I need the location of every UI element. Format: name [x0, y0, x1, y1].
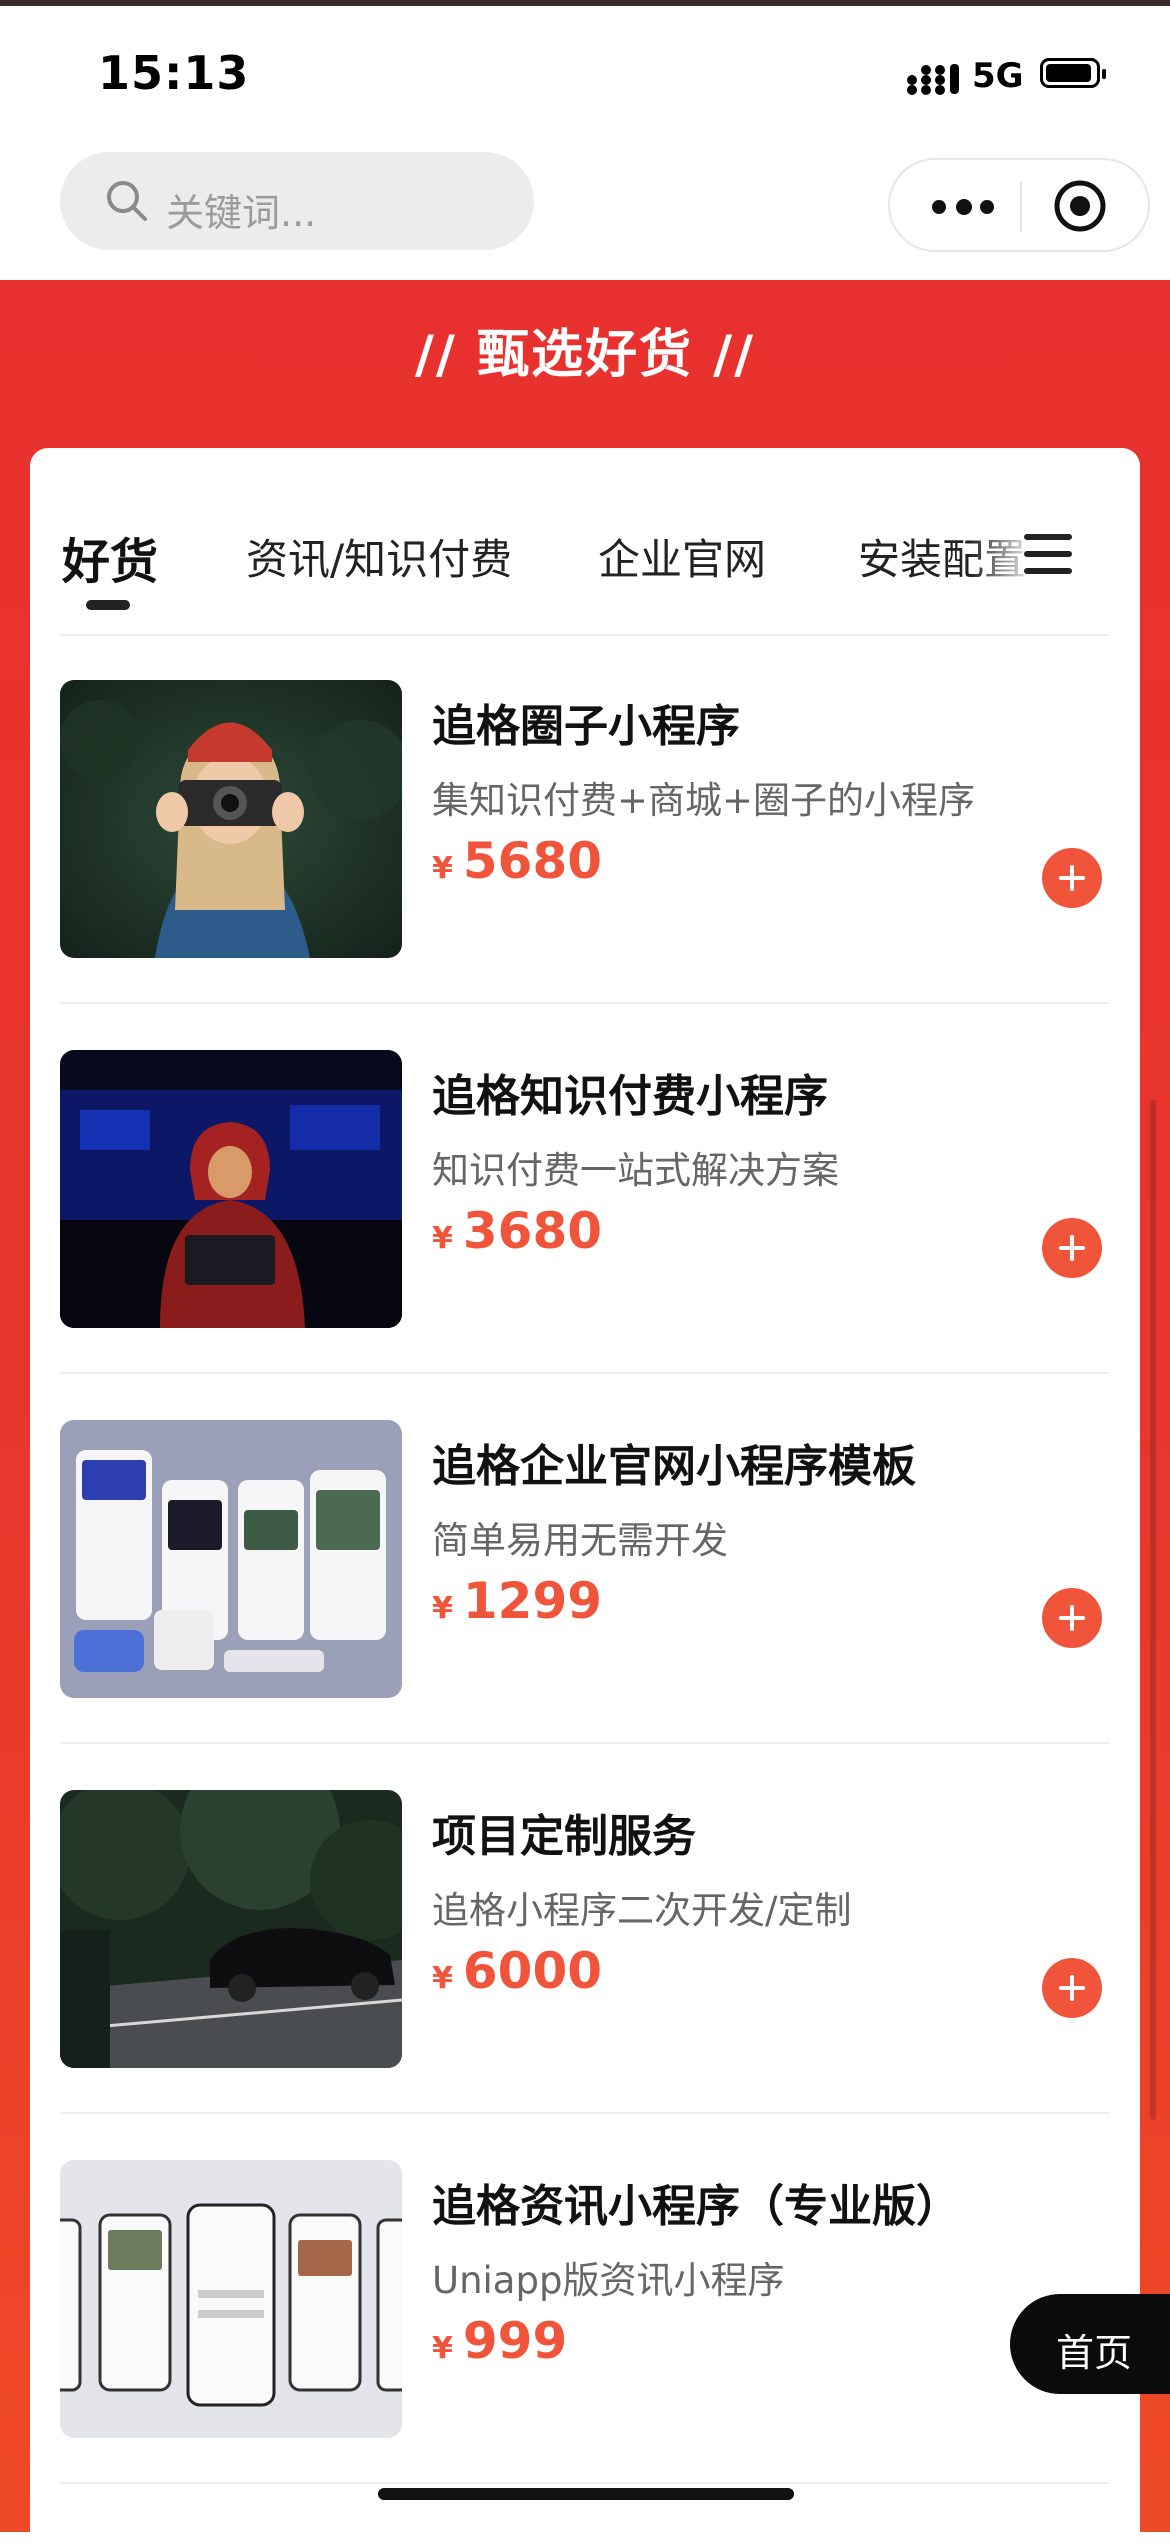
- currency-symbol: ¥: [432, 2331, 453, 2366]
- product-price: ¥5680: [432, 832, 602, 890]
- product-price: ¥3680: [432, 1202, 602, 1260]
- product-description: 集知识付费+商城+圈子的小程序: [432, 779, 976, 822]
- product-price: ¥6000: [432, 1942, 602, 2000]
- battery-icon: [1040, 58, 1106, 88]
- product-item[interactable]: 项目定制服务 追格小程序二次开发/定制 ¥6000: [30, 1744, 1140, 2114]
- search-input[interactable]: 关键词...: [60, 152, 534, 250]
- home-button-label: 首页: [1056, 2331, 1133, 2375]
- price-value: 3680: [462, 1202, 603, 1260]
- product-item[interactable]: 追格资讯小程序（专业版） Uniapp版资讯小程序 ¥999: [30, 2114, 1140, 2484]
- product-description: 简单易用无需开发: [432, 1519, 728, 1562]
- product-title[interactable]: 追格圈子小程序: [432, 690, 740, 754]
- status-time: 15:13: [98, 46, 250, 100]
- banner-title: // 甄选好货 //: [414, 325, 756, 385]
- product-item[interactable]: 追格企业官网小程序模板 简单易用无需开发 ¥1299: [30, 1374, 1140, 1744]
- tab-zixun[interactable]: 资讯/知识付费: [246, 526, 512, 587]
- product-image-hacker: [60, 1050, 402, 1328]
- tab-haohuo[interactable]: 好货: [62, 522, 158, 592]
- product-card-panel: 好货 资讯/知识付费 企业官网 安装配置 追格圈子小程序 集知识付费+商城+圈子…: [30, 448, 1140, 2548]
- home-button[interactable]: 首页: [1010, 2294, 1170, 2394]
- signal-icon: [907, 64, 959, 95]
- more-options-button[interactable]: [918, 178, 1008, 234]
- home-indicator: [378, 2488, 794, 2500]
- search-placeholder: 关键词...: [166, 191, 317, 235]
- miniprogram-capsule: [888, 158, 1150, 252]
- add-to-cart-button[interactable]: [1042, 1218, 1102, 1278]
- scrollbar[interactable]: [1150, 1100, 1156, 2120]
- network-type: 5G: [972, 56, 1024, 96]
- active-tab-indicator: [86, 600, 130, 610]
- status-bar: 15:13 5G: [0, 6, 1170, 144]
- search-icon: [107, 181, 147, 221]
- price-value: 6000: [462, 1942, 603, 2000]
- currency-symbol: ¥: [432, 1591, 453, 1626]
- product-item[interactable]: 追格圈子小程序 集知识付费+商城+圈子的小程序 ¥5680: [30, 634, 1140, 1004]
- product-price: ¥999: [432, 2312, 567, 2370]
- product-image-car-road: [60, 1790, 402, 2068]
- close-miniprogram-icon[interactable]: [1050, 176, 1110, 236]
- capsule-divider: [1020, 182, 1022, 232]
- menu-icon[interactable]: [1024, 534, 1072, 574]
- product-image-camera-girl: [60, 680, 402, 958]
- product-description: 知识付费一站式解决方案: [432, 1149, 839, 1192]
- add-to-cart-button[interactable]: [1042, 848, 1102, 908]
- tab-qiye-guanwang[interactable]: 企业官网: [598, 526, 766, 587]
- add-to-cart-button[interactable]: [1042, 1588, 1102, 1648]
- product-item[interactable]: 追格知识付费小程序 知识付费一站式解决方案 ¥3680: [30, 1004, 1140, 1374]
- product-title[interactable]: 追格企业官网小程序模板: [432, 1430, 916, 1494]
- price-value: 999: [462, 2312, 568, 2370]
- price-value: 5680: [462, 832, 603, 890]
- item-divider: [60, 2482, 1110, 2484]
- nav-bar: 关键词...: [0, 144, 1170, 280]
- currency-symbol: ¥: [432, 1961, 453, 1996]
- product-title[interactable]: 项目定制服务: [432, 1800, 696, 1864]
- category-tabs: 好货 资讯/知识付费 企业官网 安装配置: [30, 448, 1140, 636]
- add-to-cart-button[interactable]: [1042, 1958, 1102, 2018]
- product-description: Uniapp版资讯小程序: [432, 2259, 785, 2302]
- currency-symbol: ¥: [432, 851, 453, 886]
- product-title[interactable]: 追格资讯小程序（专业版）: [432, 2170, 960, 2234]
- product-image-news-app: [60, 2160, 402, 2438]
- price-value: 1299: [462, 1572, 603, 1630]
- product-image-app-screens: [60, 1420, 402, 1698]
- product-description: 追格小程序二次开发/定制: [432, 1889, 852, 1932]
- product-price: ¥1299: [432, 1572, 602, 1630]
- product-title[interactable]: 追格知识付费小程序: [432, 1060, 828, 1124]
- currency-symbol: ¥: [432, 1221, 453, 1256]
